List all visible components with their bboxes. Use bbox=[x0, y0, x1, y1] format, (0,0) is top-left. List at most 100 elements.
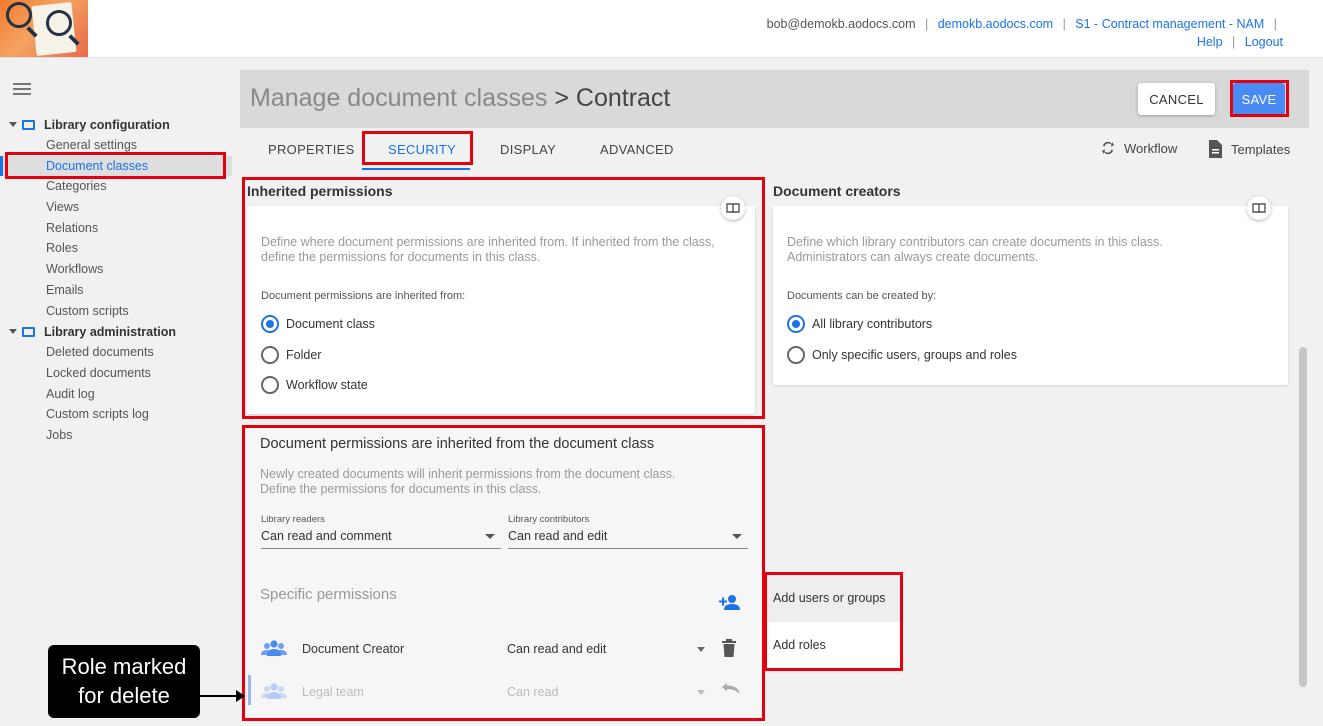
menu-item-add-roles[interactable]: Add roles bbox=[766, 622, 900, 669]
delete-icon[interactable] bbox=[721, 639, 737, 660]
sidebar-item-locked-documents[interactable]: Locked documents bbox=[0, 363, 232, 384]
radio-all-contributors[interactable]: All library contributors bbox=[787, 315, 932, 333]
caret-down-icon[interactable] bbox=[697, 690, 705, 695]
permission-name: Document Creator bbox=[302, 642, 405, 656]
sidebar-item-views[interactable]: Views bbox=[0, 197, 232, 218]
caret-down-icon bbox=[9, 329, 17, 335]
permission-level-select[interactable]: Can read and edit bbox=[507, 642, 606, 656]
sidebar-item-workflows[interactable]: Workflows bbox=[0, 259, 232, 280]
library-link[interactable]: S1 - Contract management - NAM bbox=[1075, 17, 1264, 31]
document-creators-card: Define which library contributors can cr… bbox=[773, 196, 1288, 385]
marked-indicator bbox=[248, 675, 251, 705]
select-value: Can read and comment bbox=[261, 529, 501, 549]
tab-underline bbox=[362, 168, 470, 170]
radio-label: All library contributors bbox=[812, 317, 933, 331]
permission-level-select[interactable]: Can read bbox=[507, 685, 558, 699]
radio-unchecked-icon bbox=[261, 376, 279, 394]
inherited-from-label: Document permissions are inherited from: bbox=[261, 290, 466, 302]
library-readers-select[interactable]: Library readers Can read and comment bbox=[261, 514, 501, 549]
help-line: Define the permissions for documents in … bbox=[260, 482, 542, 496]
tab-properties[interactable]: PROPERTIES bbox=[268, 142, 355, 157]
help-line: Administrators can always create documen… bbox=[787, 250, 1039, 264]
inherited-permissions-card: Define where document permissions are in… bbox=[247, 196, 755, 414]
radio-label: Only specific users, groups and roles bbox=[812, 348, 1017, 362]
page-title-text: Manage document classes bbox=[250, 84, 548, 112]
arrow-right-icon bbox=[236, 690, 245, 702]
undo-icon[interactable] bbox=[721, 682, 741, 699]
radio-label: Document class bbox=[286, 317, 375, 331]
tab-display[interactable]: DISPLAY bbox=[500, 142, 556, 157]
document-creators-title: Document creators bbox=[773, 183, 901, 199]
user-email: bob@demokb.aodocs.com bbox=[766, 17, 916, 31]
sidebar-item-audit-log[interactable]: Audit log bbox=[0, 384, 232, 405]
sidebar-group-library-administration[interactable]: Library administration bbox=[0, 321, 232, 342]
templates-button[interactable]: Templates bbox=[1207, 140, 1290, 158]
cancel-button[interactable]: CANCEL bbox=[1138, 83, 1215, 115]
library-contributors-select[interactable]: Library contributors Can read and edit bbox=[508, 514, 748, 549]
tab-security[interactable]: SECURITY bbox=[388, 142, 456, 157]
select-value: Can read and edit bbox=[508, 529, 748, 549]
scrollbar-thumb[interactable] bbox=[1299, 347, 1307, 687]
callout-arrow bbox=[200, 695, 238, 697]
vertical-scrollbar[interactable] bbox=[1297, 172, 1309, 722]
radio-label: Folder bbox=[286, 348, 322, 362]
hamburger-menu-icon[interactable] bbox=[13, 83, 31, 95]
top-bar: bob@demokb.aodocs.com | demokb.aodocs.co… bbox=[0, 0, 1323, 58]
tab-advanced[interactable]: ADVANCED bbox=[600, 142, 674, 157]
sidebar-group-label: Library configuration bbox=[44, 117, 170, 132]
sidebar-item-general-settings[interactable]: General settings bbox=[0, 135, 232, 156]
radio-specific-users[interactable]: Only specific users, groups and roles bbox=[787, 346, 1017, 364]
workflow-label: Workflow bbox=[1124, 140, 1178, 156]
class-permissions-title: Document permissions are inherited from … bbox=[260, 436, 655, 452]
caret-down-icon bbox=[9, 122, 17, 127]
help-line: Define where document permissions are in… bbox=[261, 235, 715, 249]
sidebar-item-relations[interactable]: Relations bbox=[0, 218, 232, 239]
help-link[interactable]: Help bbox=[1197, 35, 1223, 49]
add-person-icon[interactable] bbox=[719, 594, 741, 615]
menu-item-add-users-or-groups[interactable]: Add users or groups bbox=[766, 575, 900, 622]
sidebar-item-jobs[interactable]: Jobs bbox=[0, 425, 232, 446]
book-icon[interactable] bbox=[1247, 196, 1271, 220]
page-header: Manage document classes > Contract CANCE… bbox=[240, 70, 1309, 128]
sidebar-item-document-classes[interactable]: Document classes bbox=[0, 155, 232, 177]
radio-folder[interactable]: Folder bbox=[261, 346, 321, 364]
permission-row: Document Creator Can read and edit bbox=[245, 628, 763, 670]
sidebar-item-deleted-documents[interactable]: Deleted documents bbox=[0, 342, 232, 363]
sidebar-item-emails[interactable]: Emails bbox=[0, 280, 232, 301]
book-icon[interactable] bbox=[721, 196, 745, 220]
page-title-current: > Contract bbox=[554, 84, 671, 112]
document-icon bbox=[1209, 140, 1222, 158]
sidebar-item-custom-scripts-log[interactable]: Custom scripts log bbox=[0, 404, 232, 425]
creators-help: Define which library contributors can cr… bbox=[787, 235, 1163, 265]
caret-down-icon[interactable] bbox=[697, 647, 705, 652]
inherited-permissions-title: Inherited permissions bbox=[247, 183, 393, 199]
created-by-label: Documents can be created by: bbox=[787, 290, 937, 302]
radio-document-class[interactable]: Document class bbox=[261, 315, 375, 333]
sidebar: Library configuration General settings D… bbox=[0, 114, 232, 446]
radio-checked-icon bbox=[787, 315, 805, 333]
sidebar-group-library-configuration[interactable]: Library configuration bbox=[0, 114, 232, 135]
sidebar-item-categories[interactable]: Categories bbox=[0, 176, 232, 197]
specific-permissions-title: Specific permissions bbox=[260, 586, 397, 603]
radio-workflow-state[interactable]: Workflow state bbox=[261, 376, 368, 394]
callout-line: Role marked bbox=[61, 654, 187, 679]
sidebar-item-custom-scripts[interactable]: Custom scripts bbox=[0, 301, 232, 322]
app-logo bbox=[0, 0, 88, 57]
save-button[interactable]: SAVE bbox=[1233, 83, 1285, 115]
annotation-callout: Role marked for delete bbox=[48, 645, 200, 718]
class-permissions-section: Document permissions are inherited from … bbox=[245, 428, 763, 718]
workflow-button[interactable]: Workflow bbox=[1100, 140, 1177, 156]
page-title: Manage document classes > Contract bbox=[250, 84, 670, 113]
sync-icon bbox=[1102, 141, 1114, 155]
radio-checked-icon bbox=[261, 315, 279, 333]
radio-unchecked-icon bbox=[261, 346, 279, 364]
sidebar-item-roles[interactable]: Roles bbox=[0, 238, 232, 259]
permission-name: Legal team bbox=[302, 685, 364, 699]
select-label: Library readers bbox=[261, 514, 325, 525]
logout-link[interactable]: Logout bbox=[1245, 35, 1283, 49]
user-bar: bob@demokb.aodocs.com | demokb.aodocs.co… bbox=[766, 17, 1277, 31]
help-line: Define which library contributors can cr… bbox=[787, 235, 1163, 249]
permission-row-marked-for-delete: Legal team Can read bbox=[245, 671, 763, 713]
callout-line: for delete bbox=[78, 683, 170, 708]
domain-link[interactable]: demokb.aodocs.com bbox=[938, 17, 1053, 31]
